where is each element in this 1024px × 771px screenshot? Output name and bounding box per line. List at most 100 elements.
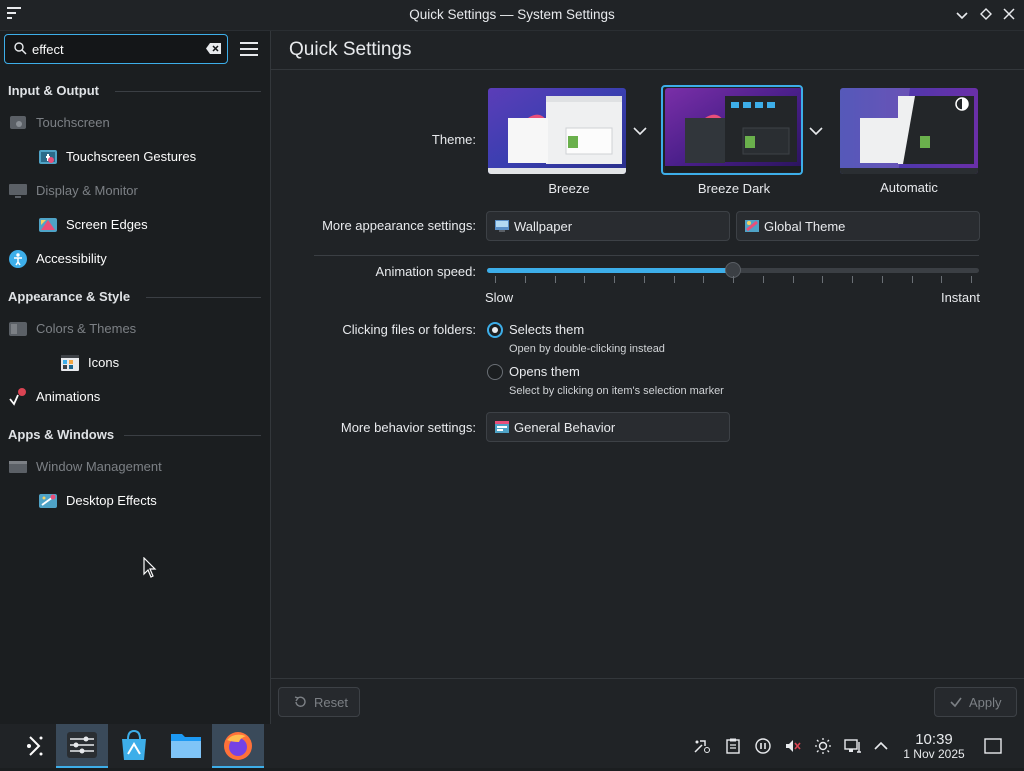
media-pause-icon[interactable]: [754, 738, 772, 754]
animation-speed-slider[interactable]: [487, 262, 979, 278]
volume-muted-icon[interactable]: [784, 738, 802, 754]
opens-them-label[interactable]: Opens them: [509, 364, 580, 379]
selects-them-description: Open by double-clicking instead: [509, 343, 665, 355]
chevron-down-icon[interactable]: [629, 88, 651, 174]
dolphin-files-icon[interactable]: [160, 724, 212, 768]
sidebar-item-window-management[interactable]: Window Management: [0, 453, 268, 481]
slider-tick: [733, 276, 734, 283]
global-theme-button[interactable]: Global Theme: [736, 211, 980, 241]
clipboard-icon[interactable]: [724, 738, 742, 754]
slider-tick: [584, 276, 585, 283]
theme-label-automatic: Automatic: [880, 180, 938, 195]
slider-tick: [941, 276, 942, 283]
system-tray-expand-icon[interactable]: [872, 738, 890, 754]
clear-search-icon[interactable]: [205, 42, 222, 55]
sidebar-item-touchscreen[interactable]: Touchscreen: [0, 109, 268, 137]
touchscreen-gestures-icon: [39, 150, 57, 164]
clock-date[interactable]: 1 Nov 2025: [896, 747, 972, 761]
hamburger-menu-icon[interactable]: [240, 42, 258, 56]
taskbar: 10:39 1 Nov 2025: [0, 724, 1024, 768]
apply-button[interactable]: Apply: [934, 687, 1017, 717]
close-icon[interactable]: [999, 5, 1019, 25]
sidebar-item-display-monitor[interactable]: Display & Monitor: [0, 177, 268, 205]
sidebar-item-colors-themes[interactable]: Colors & Themes: [0, 315, 268, 343]
brightness-icon[interactable]: [814, 738, 832, 754]
slider-tick: [644, 276, 645, 283]
theme-label-breeze: Breeze: [548, 181, 590, 196]
wallpaper-icon: [495, 220, 509, 232]
system-settings-taskbar-icon[interactable]: [56, 724, 108, 768]
appearance-settings-label: More appearance settings:: [322, 218, 476, 233]
clock-time[interactable]: 10:39: [900, 731, 968, 748]
slider-tick: [495, 276, 496, 283]
discover-store-icon[interactable]: [108, 724, 160, 768]
theme-label-breeze-dark: Breeze Dark: [697, 181, 771, 196]
icons-icon: [61, 355, 79, 371]
title-bar: Quick Settings — System Settings: [0, 0, 1024, 31]
page-title: Quick Settings: [289, 39, 412, 60]
divider: [124, 435, 261, 436]
network-icon[interactable]: [844, 738, 862, 754]
mouse-cursor-icon: [143, 557, 157, 578]
theme-option-automatic[interactable]: Automatic: [838, 85, 1008, 200]
general-behavior-icon: [495, 421, 509, 433]
touchscreen-icon: [10, 116, 26, 129]
show-desktop-icon[interactable]: [984, 738, 1002, 754]
minimize-icon[interactable]: [952, 5, 972, 25]
opens-them-description: Select by clicking on item's selection m…: [509, 385, 724, 397]
sidebar-item-touchscreen-gestures[interactable]: Touchscreen Gestures: [0, 143, 268, 171]
slider-tick: [614, 276, 615, 283]
sidebar-item-accessibility[interactable]: Accessibility: [0, 245, 268, 273]
slider-tick: [971, 276, 972, 283]
divider: [115, 91, 261, 92]
opens-them-radio[interactable]: [487, 364, 503, 380]
general-behavior-button[interactable]: General Behavior: [486, 412, 730, 442]
animations-icon: [9, 388, 26, 406]
slider-tick: [674, 276, 675, 283]
theme-label: Theme:: [431, 132, 476, 147]
slider-tick: [555, 276, 556, 283]
sidebar-item-screen-edges[interactable]: Screen Edges: [0, 211, 268, 239]
wallpaper-button[interactable]: Wallpaper: [486, 211, 730, 241]
window-title: Quick Settings — System Settings: [409, 7, 615, 22]
accessibility-icon: [9, 250, 27, 268]
animation-speed-label: Animation speed:: [375, 264, 476, 279]
selects-them-label[interactable]: Selects them: [509, 322, 584, 337]
sidebar-item-desktop-effects[interactable]: Desktop Effects: [0, 487, 268, 515]
sidebar-item-icons[interactable]: Icons: [0, 349, 268, 377]
application-launcher-icon[interactable]: [8, 724, 60, 768]
colors-icon: [9, 322, 27, 336]
kde-connect-icon[interactable]: [693, 738, 711, 754]
theme-option-breeze[interactable]: Breeze: [486, 85, 656, 200]
theme-option-breeze-dark[interactable]: Breeze Dark: [661, 85, 831, 200]
slider-min-label: Slow: [485, 290, 514, 305]
slider-tick: [763, 276, 764, 283]
desktop-effects-icon: [39, 494, 57, 508]
behavior-settings-label: More behavior settings:: [340, 420, 476, 435]
slider-ticks: [487, 276, 979, 284]
display-icon: [9, 184, 27, 198]
slider-tick: [525, 276, 526, 283]
firefox-icon[interactable]: [212, 724, 264, 768]
search-icon: [14, 42, 27, 55]
screen-edges-icon: [39, 218, 57, 232]
chevron-down-icon[interactable]: [805, 88, 827, 174]
divider: [314, 255, 979, 256]
reset-button[interactable]: Reset: [278, 687, 360, 717]
main-panel: Quick Settings Theme: Breeze Breeze Dark…: [271, 31, 1024, 725]
sidebar-item-animations[interactable]: Animations: [0, 383, 268, 411]
clicking-files-label: Clicking files or folders:: [342, 322, 476, 337]
footer-bar: Reset Apply: [271, 678, 1024, 725]
section-header-input-output: Input & Output: [8, 83, 99, 98]
divider: [271, 69, 1024, 70]
breeze-dark-preview: [665, 88, 803, 174]
automatic-preview: [840, 88, 978, 174]
selects-them-radio[interactable]: [487, 322, 503, 338]
maximize-icon[interactable]: [976, 5, 996, 25]
search-input[interactable]: [32, 40, 192, 58]
reset-icon: [294, 696, 306, 707]
search-field[interactable]: [4, 34, 228, 64]
sidebar: Input & Output Touchscreen Touchscreen G…: [0, 31, 271, 724]
slider-tick: [822, 276, 823, 283]
slider-tick: [703, 276, 704, 283]
